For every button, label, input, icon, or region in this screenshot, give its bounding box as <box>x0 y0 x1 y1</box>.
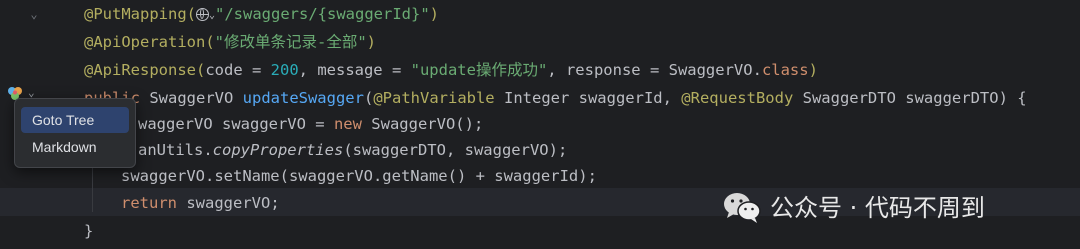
static-method-token: copyProperties <box>212 141 344 159</box>
plain-token: SwaggerVO <box>140 89 243 107</box>
plain-token: waggerVO swaggerVO = <box>138 115 334 133</box>
plain-token: code = <box>205 61 271 79</box>
code-line-4: public SwaggerVO updateSwagger(@PathVari… <box>84 84 1027 112</box>
plain-token: Integer swaggerId, <box>494 89 682 107</box>
plain-token: , response = SwaggerVO. <box>547 61 762 79</box>
plain-token: swaggerVO; <box>177 194 280 212</box>
string-token: "/swaggers/{swaggerId}" <box>215 5 430 23</box>
gutter-popup-menu: Goto Tree Markdown <box>14 98 136 168</box>
keyword-token: new <box>333 115 362 133</box>
wechat-icon <box>724 193 761 223</box>
globe-icon[interactable] <box>195 8 209 21</box>
annotation-token: @ApiResponse( <box>84 61 206 79</box>
code-line-8: return swaggerVO; <box>121 189 280 217</box>
watermark: 公众号 · 代码不周到 <box>722 188 985 228</box>
keyword-token: class <box>761 61 809 79</box>
code-line-3: @ApiResponse(code = 200, message = "upda… <box>84 56 818 84</box>
annotation-token: @PathVariable <box>373 89 495 107</box>
code-line-1: @PutMapping(⌄"/swaggers/{swaggerId}") <box>84 0 439 28</box>
code-line-7: swaggerVO.setName(swaggerVO.getName() + … <box>121 162 597 190</box>
plain-token: anUtils. <box>138 141 213 159</box>
annotation-token: @ApiOperation( <box>84 33 215 51</box>
keyword-token: return <box>121 194 177 212</box>
plain-token: (swaggerDTO, swaggerVO); <box>343 141 568 159</box>
plain-token: swaggerVO.setName(swaggerVO.getName() + … <box>121 167 597 185</box>
code-line-2: @ApiOperation("修改单条记录-全部") <box>84 28 376 56</box>
plain-token: SwaggerVO(); <box>361 115 484 133</box>
annotation-token: @PutMapping( <box>84 5 196 23</box>
plain-token: SwaggerDTO swaggerDTO) { <box>793 89 1027 107</box>
string-token: "update操作成功" <box>410 61 548 79</box>
annotation-token: @RequestBody <box>681 89 794 107</box>
annotation-token: ) <box>429 5 439 23</box>
plain-token: ( <box>363 89 374 107</box>
plain-token: , message = <box>298 61 411 79</box>
annotation-token: ) <box>808 61 818 79</box>
number-token: 200 <box>270 61 299 79</box>
fold-chevron-icon[interactable]: ⌄ <box>28 0 40 28</box>
menu-item-markdown[interactable]: Markdown <box>21 134 129 160</box>
method-name-token: updateSwagger <box>242 89 364 107</box>
watermark-text: 公众号 · 代码不周到 <box>770 194 985 222</box>
code-line-9: } <box>84 217 93 245</box>
code-line-6: anUtils.copyProperties(swaggerDTO, swagg… <box>138 136 567 164</box>
plain-token: } <box>84 222 94 240</box>
menu-item-goto-tree[interactable]: Goto Tree <box>21 107 129 133</box>
annotation-token: ) <box>366 33 376 51</box>
string-token: "修改单条记录-全部" <box>214 33 367 51</box>
code-line-5: waggerVO swaggerVO = new SwaggerVO(); <box>138 110 483 138</box>
